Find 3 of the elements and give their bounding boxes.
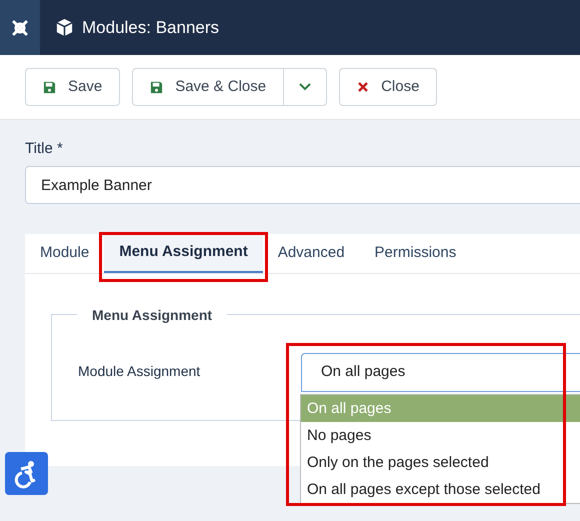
field-label: Title * xyxy=(25,140,64,158)
field-label: Module Assignment xyxy=(78,362,200,381)
page-title: Modules: Banners xyxy=(82,16,220,39)
